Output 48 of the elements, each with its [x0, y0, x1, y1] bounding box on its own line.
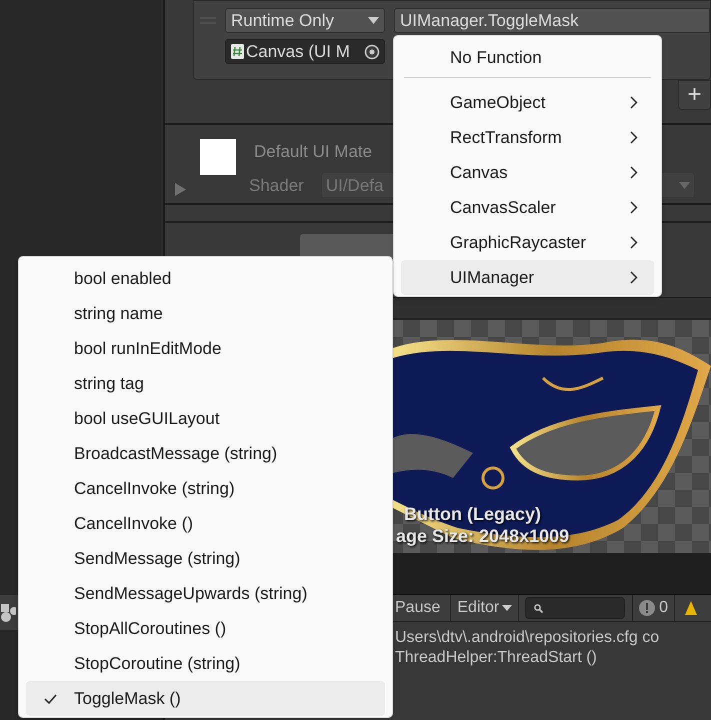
- warning-icon[interactable]: [685, 601, 698, 615]
- menu-item[interactable]: RectTransform: [401, 120, 654, 155]
- chevron-right-icon: [630, 236, 638, 249]
- menu-item[interactable]: ToggleMask (): [26, 681, 385, 716]
- menu-item[interactable]: BroadcastMessage (string): [26, 436, 385, 471]
- editor-dropdown[interactable]: Editor: [451, 595, 520, 621]
- material-thumbnail: [200, 139, 236, 175]
- menu-item[interactable]: CancelInvoke (string): [26, 471, 385, 506]
- menu-item[interactable]: CanvasScaler: [401, 190, 654, 225]
- add-button[interactable]: +: [678, 80, 711, 110]
- target-picker-icon[interactable]: [364, 44, 380, 60]
- menu-item[interactable]: Canvas: [401, 155, 654, 190]
- menu-item[interactable]: SendMessageUpwards (string): [26, 576, 385, 611]
- menu-item[interactable]: GraphicRaycaster: [401, 225, 654, 260]
- menu-item[interactable]: string tag: [26, 366, 385, 401]
- menu-item[interactable]: bool useGUILayout: [26, 401, 385, 436]
- dropdown-arrow-icon: [502, 605, 512, 611]
- menu-item[interactable]: CancelInvoke (): [26, 506, 385, 541]
- error-count-toggle[interactable]: 0: [632, 595, 676, 621]
- menu-item[interactable]: GameObject: [401, 85, 654, 120]
- function-dropdown[interactable]: UIManager.ToggleMask: [394, 8, 710, 33]
- chevron-right-icon: [630, 201, 638, 214]
- mode-dropdown[interactable]: Runtime Only: [225, 8, 385, 33]
- shapes-icon[interactable]: [0, 602, 16, 622]
- menu-item[interactable]: bool enabled: [26, 261, 385, 296]
- menu-item[interactable]: string name: [26, 296, 385, 331]
- console-log-line[interactable]: Users\dtv\.android\repositories.cfg co: [395, 628, 711, 648]
- dropdown-arrow-icon: [368, 17, 379, 24]
- console-log-line[interactable]: ThreadHelper:ThreadStart (): [395, 648, 711, 668]
- error-icon: [639, 600, 656, 616]
- script-icon: [231, 44, 244, 59]
- chevron-right-icon: [630, 166, 638, 179]
- search-icon: [534, 604, 544, 612]
- console-search-field[interactable]: [525, 597, 626, 619]
- menu-item[interactable]: StopCoroutine (string): [26, 646, 385, 681]
- chevron-right-icon: [630, 96, 638, 109]
- menu-item[interactable]: bool runInEditMode: [26, 331, 385, 366]
- chevron-right-icon: [630, 271, 638, 284]
- chevron-right-icon: [630, 131, 638, 144]
- material-name: Default UI Mate: [254, 141, 374, 163]
- menu-item[interactable]: UIManager: [401, 260, 654, 295]
- shader-label: Shader: [249, 174, 304, 196]
- pause-toggle[interactable]: Pause: [395, 595, 452, 621]
- dropdown-arrow-icon: [678, 182, 690, 189]
- menu-item[interactable]: StopAllCoroutines (): [26, 611, 385, 646]
- target-object-field[interactable]: Canvas (UI M: [225, 39, 385, 64]
- menu-item[interactable]: No Function: [401, 40, 654, 75]
- menu-item[interactable]: SendMessage (string): [26, 541, 385, 576]
